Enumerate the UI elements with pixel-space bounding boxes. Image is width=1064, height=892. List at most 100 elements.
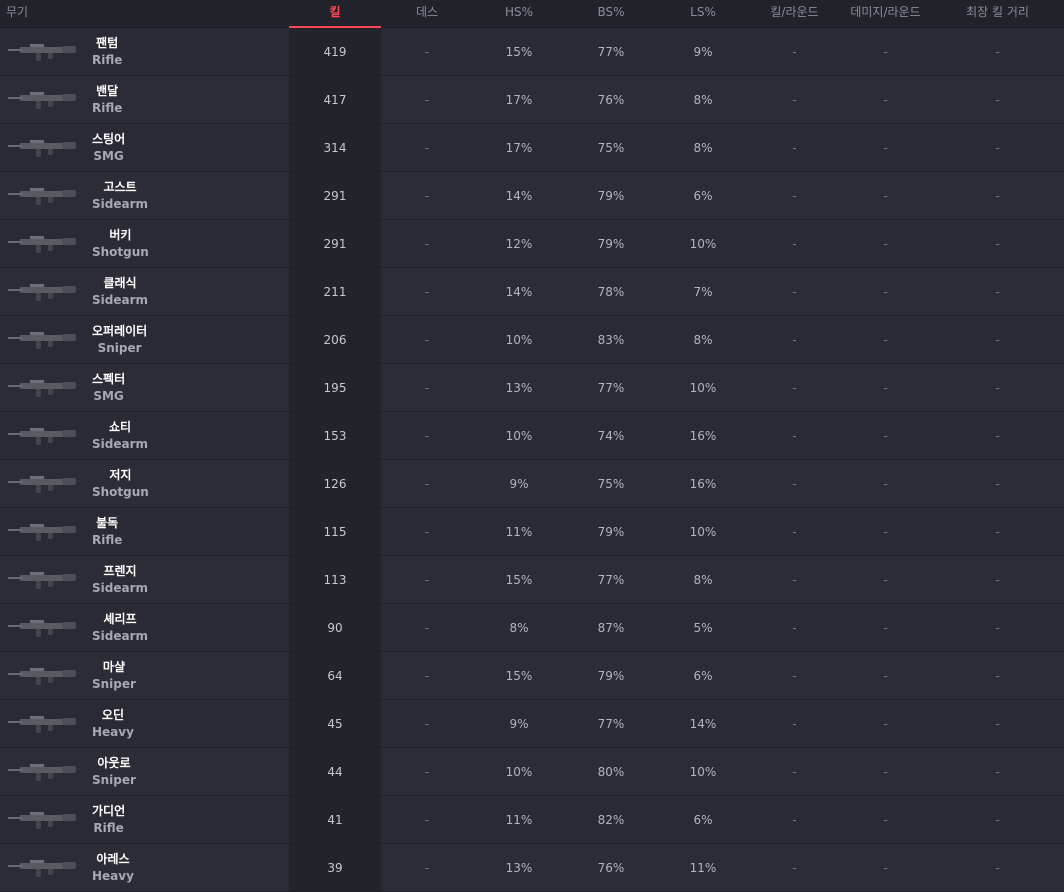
header-deaths[interactable]: 데스	[381, 0, 473, 27]
table-row[interactable]: 오딘 Heavy 45 - 9% 77% 14% - - -	[0, 700, 1064, 748]
kills-cell: 115	[289, 508, 381, 555]
ls-cell: 16%	[689, 476, 717, 491]
deaths-cell: -	[424, 236, 430, 251]
longest-kill-cell: -	[995, 236, 1000, 251]
weapon-name: 아레스	[96, 851, 130, 866]
table-row[interactable]: 가디언 Rifle 41 - 11% 82% 6% - - -	[0, 796, 1064, 844]
table-row[interactable]: 고스트 Sidearm 291 - 14% 79% 6% - - -	[0, 172, 1064, 220]
stinger-icon	[4, 132, 84, 164]
kills-cell: 419	[289, 28, 381, 75]
outlaw-icon	[4, 756, 84, 788]
kills-per-round-cell: -	[792, 236, 797, 251]
damage-per-round-cell: -	[883, 524, 888, 539]
hs-cell: 12%	[505, 236, 533, 251]
hs-cell: 11%	[505, 524, 533, 539]
bs-cell: 87%	[597, 620, 625, 635]
deaths-cell: -	[424, 860, 430, 875]
table-row[interactable]: 오퍼레이터 Sniper 206 - 10% 83% 8% - - -	[0, 316, 1064, 364]
header-ls[interactable]: LS%	[657, 0, 749, 27]
table-row[interactable]: 쇼티 Sidearm 153 - 10% 74% 16% - - -	[0, 412, 1064, 460]
longest-kill-cell: -	[995, 812, 1000, 827]
table-row[interactable]: 셰리프 Sidearm 90 - 8% 87% 5% - - -	[0, 604, 1064, 652]
ares-icon	[4, 852, 84, 884]
table-row[interactable]: 프렌지 Sidearm 113 - 15% 77% 8% - - -	[0, 556, 1064, 604]
ls-cell: 6%	[693, 812, 713, 827]
ls-cell: 8%	[693, 140, 713, 155]
weapon-label: 불독 Rifle	[92, 515, 122, 549]
bs-cell: 77%	[597, 44, 625, 59]
kills-per-round-cell: -	[792, 572, 797, 587]
header-kills-per-round[interactable]: 킬/라운드	[749, 0, 840, 27]
kills-per-round-cell: -	[792, 476, 797, 491]
table-row[interactable]: 밴달 Rifle 417 - 17% 76% 8% - - -	[0, 76, 1064, 124]
bs-cell: 75%	[597, 140, 625, 155]
weapon-name: 셰리프	[103, 611, 137, 626]
table-row[interactable]: 아웃로 Sniper 44 - 10% 80% 10% - - -	[0, 748, 1064, 796]
kills-per-round-cell: -	[792, 44, 797, 59]
bs-cell: 79%	[597, 188, 625, 203]
weapon-label: 아레스 Heavy	[92, 851, 134, 885]
bulldog-icon	[4, 516, 84, 548]
table-row[interactable]: 불독 Rifle 115 - 11% 79% 10% - - -	[0, 508, 1064, 556]
weapon-label: 스펙터 SMG	[92, 371, 125, 405]
header-longest-kill[interactable]: 최장 킬 거리	[931, 0, 1064, 27]
header-weapon[interactable]: 무기	[0, 0, 289, 27]
table-row[interactable]: 아레스 Heavy 39 - 13% 76% 11% - - -	[0, 844, 1064, 892]
damage-per-round-cell: -	[883, 428, 888, 443]
bs-cell: 76%	[597, 860, 625, 875]
header-kills[interactable]: 킬	[289, 0, 381, 28]
header-hs[interactable]: HS%	[473, 0, 565, 27]
weapon-name: 팬텀	[96, 35, 119, 50]
kills-per-round-cell: -	[792, 92, 797, 107]
longest-kill-cell: -	[995, 140, 1000, 155]
bs-cell: 76%	[597, 92, 625, 107]
table-row[interactable]: 스팅어 SMG 314 - 17% 75% 8% - - -	[0, 124, 1064, 172]
table-row[interactable]: 스펙터 SMG 195 - 13% 77% 10% - - -	[0, 364, 1064, 412]
damage-per-round-cell: -	[883, 284, 888, 299]
weapon-label: 저지 Shotgun	[92, 467, 149, 501]
ls-cell: 10%	[689, 236, 717, 251]
hs-cell: 9%	[509, 476, 529, 491]
hs-cell: 15%	[505, 44, 533, 59]
weapon-type: SMG	[93, 148, 124, 163]
table-row[interactable]: 저지 Shotgun 126 - 9% 75% 16% - - -	[0, 460, 1064, 508]
kills-cell: 90	[289, 604, 381, 651]
hs-cell: 10%	[505, 764, 533, 779]
ls-cell: 10%	[689, 764, 717, 779]
weapon-type: Rifle	[92, 52, 123, 67]
damage-per-round-cell: -	[883, 812, 888, 827]
hs-cell: 14%	[505, 284, 533, 299]
table-row[interactable]: 클래식 Sidearm 211 - 14% 78% 7% - - -	[0, 268, 1064, 316]
hs-cell: 11%	[505, 812, 533, 827]
weapon-label: 버키 Shotgun	[92, 227, 149, 261]
odin-icon	[4, 708, 84, 740]
kills-cell: 206	[289, 316, 381, 363]
weapon-cell: 오퍼레이터 Sniper	[0, 316, 289, 363]
weapon-cell: 스팅어 SMG	[0, 124, 289, 171]
table-row[interactable]: 마샬 Sniper 64 - 15% 79% 6% - - -	[0, 652, 1064, 700]
kills-per-round-cell: -	[792, 764, 797, 779]
header-bs[interactable]: BS%	[565, 0, 657, 27]
kills-per-round-cell: -	[792, 284, 797, 299]
weapon-label: 밴달 Rifle	[92, 83, 122, 117]
longest-kill-cell: -	[995, 380, 1000, 395]
weapon-cell: 팬텀 Rifle	[0, 28, 289, 75]
deaths-cell: -	[424, 716, 430, 731]
weapon-type: Shotgun	[92, 244, 149, 259]
marshal-icon	[4, 660, 84, 692]
weapon-cell: 오딘 Heavy	[0, 700, 289, 747]
deaths-cell: -	[424, 44, 430, 59]
damage-per-round-cell: -	[883, 764, 888, 779]
weapon-type: Heavy	[92, 868, 134, 883]
weapon-label: 고스트 Sidearm	[92, 179, 148, 213]
kills-per-round-cell: -	[792, 428, 797, 443]
longest-kill-cell: -	[995, 860, 1000, 875]
ls-cell: 10%	[689, 524, 717, 539]
weapon-type: SMG	[93, 388, 124, 403]
damage-per-round-cell: -	[883, 332, 888, 347]
kills-cell: 41	[289, 796, 381, 843]
header-damage-per-round[interactable]: 데미지/라운드	[840, 0, 931, 27]
table-row[interactable]: 팬텀 Rifle 419 - 15% 77% 9% - - -	[0, 28, 1064, 76]
table-row[interactable]: 버키 Shotgun 291 - 12% 79% 10% - - -	[0, 220, 1064, 268]
damage-per-round-cell: -	[883, 572, 888, 587]
